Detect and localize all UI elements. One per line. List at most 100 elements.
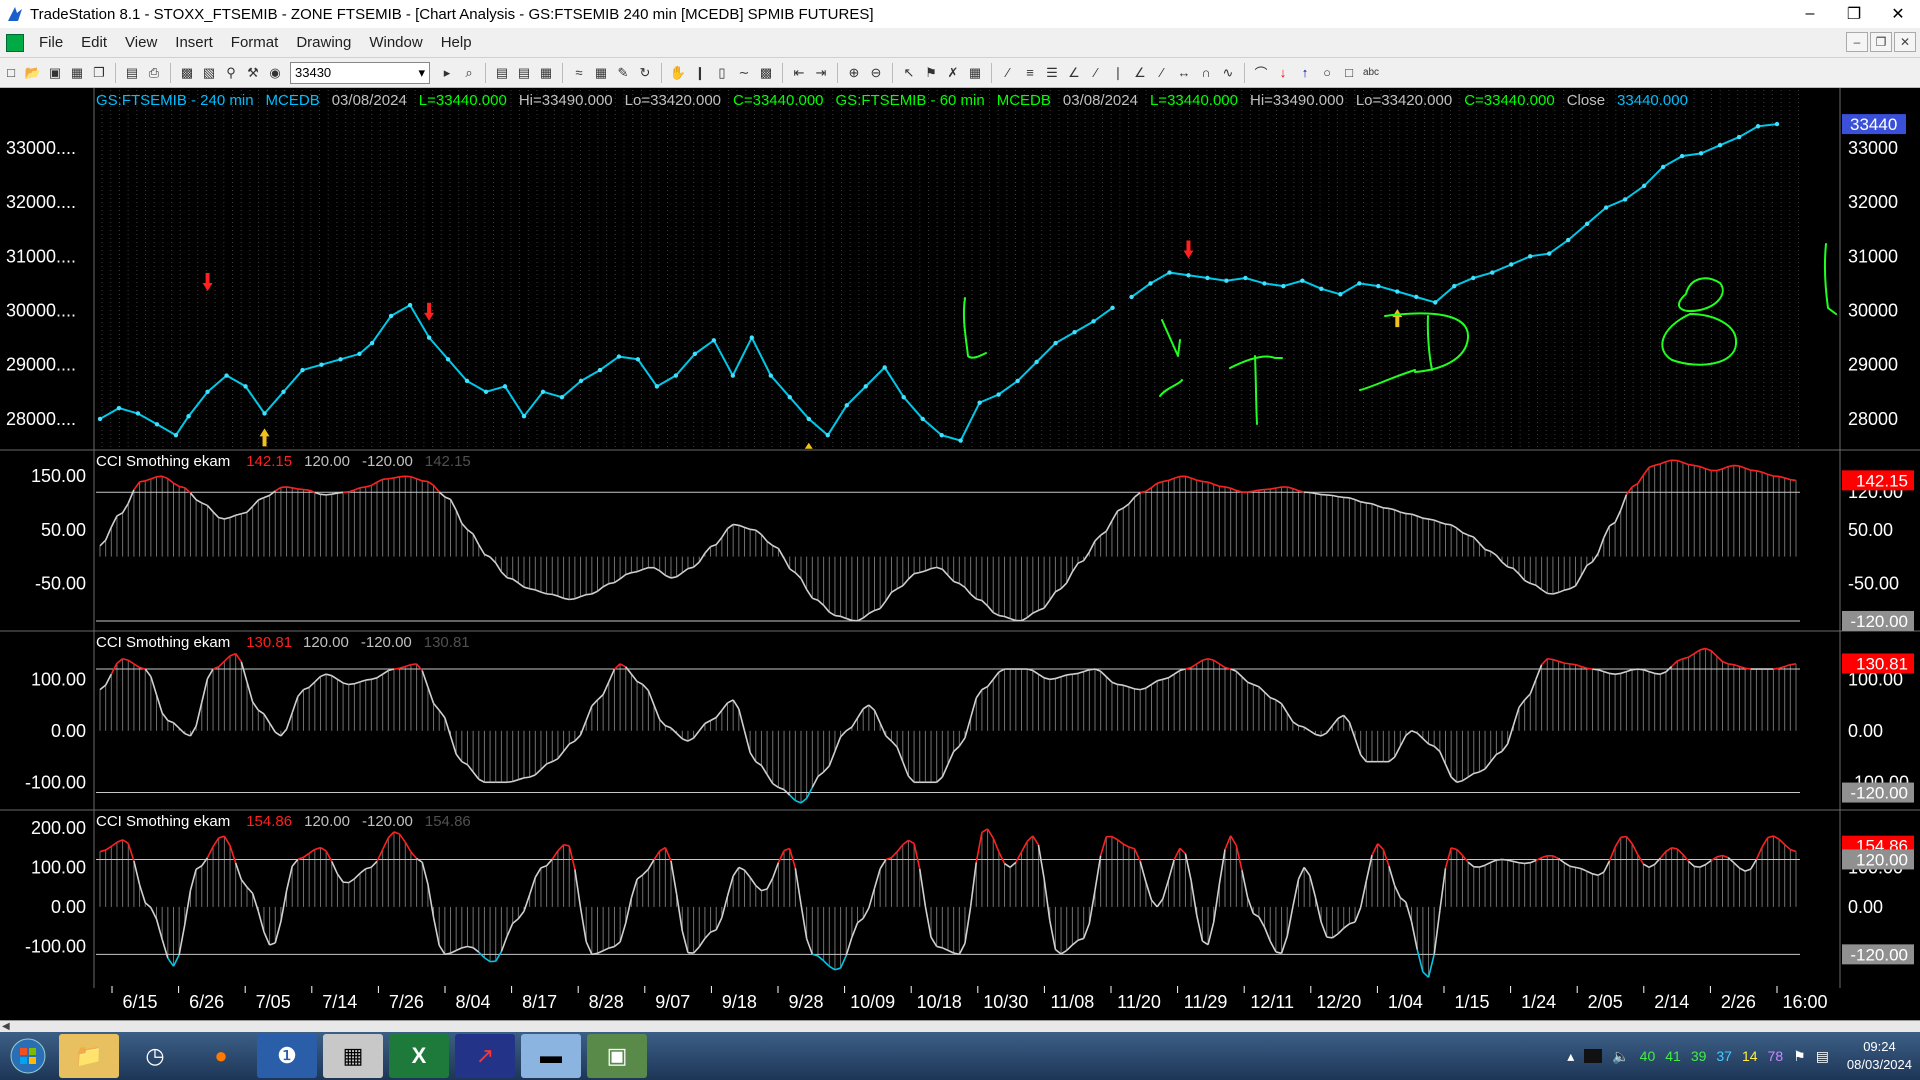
chart-analysis-icon[interactable]: ▤ (491, 62, 513, 84)
freehand-icon[interactable]: ∿ (1217, 62, 1239, 84)
mdi-close-button[interactable]: ✕ (1894, 32, 1916, 52)
channel-icon[interactable]: ⁄ (1151, 62, 1173, 84)
price-bar-dot (1167, 270, 1172, 275)
gann-fan-icon[interactable]: ∠ (1063, 62, 1085, 84)
scroll-left-arrow-icon[interactable]: ◀ (2, 1021, 10, 1032)
fibonacci-icon[interactable]: ☰ (1041, 62, 1063, 84)
remote-desktop-icon[interactable]: ▣ (587, 1034, 647, 1078)
clock[interactable]: 09:24 08/03/2024 (1847, 1038, 1912, 1074)
save-icon[interactable]: ▣ (44, 62, 66, 84)
new-window-icon[interactable]: ▦ (66, 62, 88, 84)
cci-line-segment (1506, 725, 1515, 745)
tradestation-taskbar-icon[interactable]: ❶ (257, 1034, 317, 1078)
down-arrow-icon[interactable]: ↓ (1272, 62, 1294, 84)
zoom-out-icon[interactable]: ⊖ (865, 62, 887, 84)
trading-app-icon[interactable]: ↗ (455, 1034, 515, 1078)
show-hidden-icons-icon[interactable]: ▴ (1567, 1048, 1574, 1065)
mdi-minimize-button[interactable]: – (1846, 32, 1868, 52)
copy-icon[interactable]: ❐ (88, 62, 110, 84)
cci-line-segment (992, 671, 1000, 680)
open-icon[interactable]: 📂 (22, 62, 44, 84)
chevron-down-icon[interactable]: ▾ (418, 65, 425, 81)
scroll-right-icon[interactable]: ⇥ (810, 62, 832, 84)
horizontal-scrollbar[interactable]: ◀ (0, 1020, 1920, 1032)
bars-icon[interactable]: ❙ (689, 62, 711, 84)
chart-window-taskbar-icon[interactable]: ▦ (323, 1034, 383, 1078)
insert-symbol-icon[interactable]: ▦ (590, 62, 612, 84)
firefox-icon[interactable]: ● (191, 1034, 251, 1078)
andrews-pitchfork-icon[interactable]: ❘ (1107, 62, 1129, 84)
chart-analysis-window[interactable]: GS:FTSEMIB - 240 min MCEDB 03/08/2024 L=334… (0, 88, 1920, 1020)
restore-button[interactable]: ❐ (1832, 0, 1876, 28)
cci-line-segment (252, 499, 259, 507)
window-cascade-icon[interactable]: ▩ (176, 62, 198, 84)
tools-icon[interactable]: ⚒ (242, 62, 264, 84)
chart-svg[interactable]: GS:FTSEMIB - 240 min MCEDB 03/08/2024 L=334… (0, 88, 1920, 1020)
cci-line-segment (1167, 859, 1175, 881)
text-icon[interactable]: abc (1360, 62, 1382, 84)
mdi-restore-button[interactable]: ❐ (1870, 32, 1892, 52)
candles-icon[interactable]: ▯ (711, 62, 733, 84)
wrench-icon[interactable]: ✗ (942, 62, 964, 84)
format-icon[interactable]: ✎ (612, 62, 634, 84)
horizontal-line-icon[interactable]: ≡ (1019, 62, 1041, 84)
menu-edit[interactable]: Edit (72, 34, 116, 51)
cci-line-segment (200, 678, 209, 703)
globe-icon[interactable]: ◉ (264, 62, 286, 84)
cci-line-segment (1648, 670, 1655, 675)
hand-icon[interactable]: ✋ (667, 62, 689, 84)
measure-icon[interactable]: ↔ (1173, 62, 1195, 84)
start-button[interactable] (0, 1032, 56, 1080)
cci-line-segment (676, 732, 683, 740)
menu-view[interactable]: View (116, 34, 166, 51)
volume-icon[interactable]: 🔈 (1612, 1048, 1629, 1065)
symbol-input-value: 33430 (295, 65, 332, 80)
trade-icon[interactable]: ⚑ (920, 62, 942, 84)
indicator-icon[interactable]: ▩ (755, 62, 777, 84)
rectangle-icon[interactable]: □ (1338, 62, 1360, 84)
play-icon[interactable]: ▸ (436, 62, 458, 84)
regression-icon[interactable]: ∕ (1085, 62, 1107, 84)
fib-arcs-icon[interactable]: ∩ (1195, 62, 1217, 84)
lookup-icon[interactable]: ⌕ (458, 62, 480, 84)
radar-screen-icon[interactable]: ▤ (513, 62, 535, 84)
menu-insert[interactable]: Insert (166, 34, 222, 51)
arc-icon[interactable]: ⌒ (1250, 62, 1272, 84)
matrix-icon[interactable]: ▦ (535, 62, 557, 84)
menu-window[interactable]: Window (360, 34, 431, 51)
menu-help[interactable]: Help (432, 34, 481, 51)
zoom-in-icon[interactable]: ⊕ (843, 62, 865, 84)
network-icon[interactable]: ▤ (1816, 1048, 1829, 1065)
new-icon[interactable]: □ (0, 62, 22, 84)
insert-analysis-icon[interactable]: ≈ (568, 62, 590, 84)
monitor-icon[interactable] (1584, 1049, 1603, 1063)
symbol-input[interactable]: 33430 ▾ (290, 61, 430, 84)
print-icon[interactable]: ⎙ (143, 62, 165, 84)
up-arrow-icon[interactable]: ↑ (1294, 62, 1316, 84)
close-button[interactable]: ✕ (1876, 0, 1920, 28)
speed-lines-icon[interactable]: ∠ (1129, 62, 1151, 84)
cci-line-segment (184, 732, 191, 737)
print-preview-icon[interactable]: ▤ (121, 62, 143, 84)
refresh-icon[interactable]: ↻ (634, 62, 656, 84)
flag-icon[interactable]: ⚑ (1793, 1048, 1806, 1065)
menu-file[interactable]: File (30, 34, 72, 51)
clock-app-icon[interactable]: ◷ (125, 1034, 185, 1078)
cci-line-segment (856, 708, 864, 719)
menu-drawing[interactable]: Drawing (287, 34, 360, 51)
scroll-left-icon[interactable]: ⇤ (788, 62, 810, 84)
trendline-icon[interactable]: ∕ (997, 62, 1019, 84)
line-chart-icon[interactable]: ∼ (733, 62, 755, 84)
window-tile-icon[interactable]: ▧ (198, 62, 220, 84)
menu-format[interactable]: Format (222, 34, 288, 51)
cci-line-segment (579, 720, 587, 736)
chart-window-icon[interactable] (6, 33, 24, 52)
notepad-icon[interactable]: ▬ (521, 1034, 581, 1078)
excel-icon[interactable]: X (389, 1034, 449, 1078)
pointer-icon[interactable]: ↖ (898, 62, 920, 84)
grid-icon[interactable]: ▦ (964, 62, 986, 84)
minimize-button[interactable]: – (1788, 0, 1832, 28)
ellipse-icon[interactable]: ○ (1316, 62, 1338, 84)
file-explorer-icon[interactable]: 📁 (59, 1034, 119, 1078)
lock-icon[interactable]: ⚲ (220, 62, 242, 84)
